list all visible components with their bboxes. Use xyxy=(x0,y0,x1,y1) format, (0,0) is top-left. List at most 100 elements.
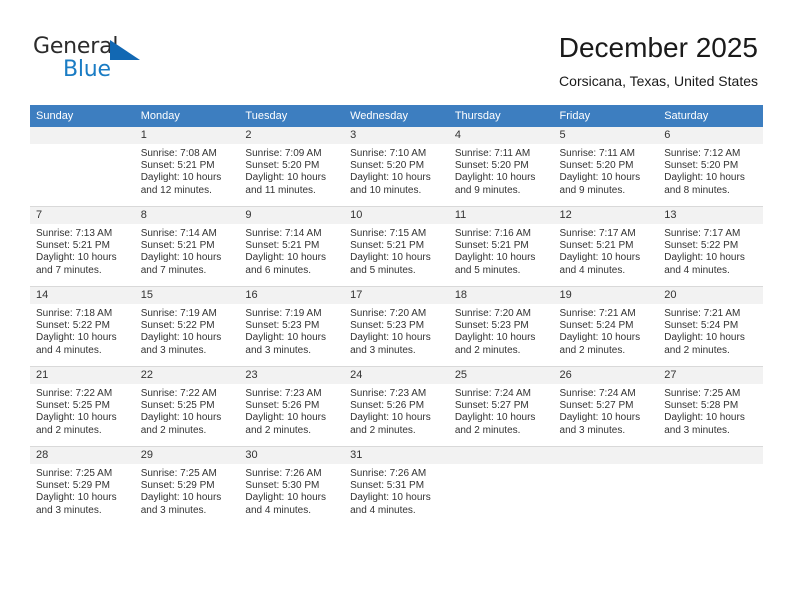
daylight-text-line2: and 12 minutes. xyxy=(140,184,212,196)
day-cell[interactable]: 29 Sunrise: 7:25 AM Sunset: 5:29 PM Dayligh… xyxy=(134,446,240,526)
day-cell[interactable]: 16 Sunrise: 7:19 AM Sunset: 5:23 PM Dayligh… xyxy=(239,286,345,367)
day-cell[interactable]: 28 Sunrise: 7:25 AM Sunset: 5:29 PM Dayligh… xyxy=(30,446,135,526)
day-cell[interactable]: 12 Sunrise: 7:17 AM Sunset: 5:21 PM Dayligh… xyxy=(553,206,659,287)
day-cell[interactable]: 22 Sunrise: 7:22 AM Sunset: 5:25 PM Dayligh… xyxy=(134,366,240,447)
sunrise-text: Sunrise: 7:19 AM xyxy=(140,308,217,319)
sunset-text: Sunset: 5:21 PM xyxy=(36,240,110,252)
day-cell[interactable]: 5 Sunrise: 7:11 AM Sunset: 5:20 PM Daylight… xyxy=(553,127,659,207)
daylight-text-line2: and 2 minutes. xyxy=(245,424,312,436)
sunrise-text: Sunrise: 7:17 AM xyxy=(664,228,741,239)
day-cell[interactable]: 1 Sunrise: 7:08 AM Sunset: 5:21 PM Daylight… xyxy=(134,127,240,207)
day-cell-inner: 27 Sunrise: 7:25 AM Sunset: 5:28 PM Dayligh… xyxy=(658,367,763,446)
day-number: 29 xyxy=(134,447,240,464)
daylight-text-line2: and 4 minutes. xyxy=(245,504,312,516)
day-number: 22 xyxy=(134,367,240,384)
day-cell-inner: 2 Sunrise: 7:09 AM Sunset: 5:20 PM Daylight… xyxy=(239,127,345,206)
day-cell-inner: 15 Sunrise: 7:19 AM Sunset: 5:22 PM Dayligh… xyxy=(134,287,240,366)
day-cell[interactable]: 8 Sunrise: 7:14 AM Sunset: 5:21 PM Daylight… xyxy=(134,206,240,287)
sunset-text: Sunset: 5:22 PM xyxy=(664,240,739,252)
day-cell[interactable]: 18 Sunrise: 7:20 AM Sunset: 5:23 PM Dayligh… xyxy=(448,286,554,367)
calendar-body: 1 Sunrise: 7:08 AM Sunset: 5:21 PM Daylight… xyxy=(30,127,763,526)
day-cell[interactable]: 3 Sunrise: 7:10 AM Sunset: 5:20 PM Daylight… xyxy=(344,127,449,207)
day-cell-inner: 17 Sunrise: 7:20 AM Sunset: 5:23 PM Dayligh… xyxy=(344,287,449,366)
day-cell[interactable]: 25 Sunrise: 7:24 AM Sunset: 5:27 PM Dayligh… xyxy=(448,366,554,447)
day-cell[interactable] xyxy=(30,127,135,207)
day-cell[interactable]: 2 Sunrise: 7:09 AM Sunset: 5:20 PM Daylight… xyxy=(239,127,345,207)
daylight-text-line2: and 3 minutes. xyxy=(140,344,207,356)
day-number: 23 xyxy=(239,367,345,384)
day-details: Sunrise: 7:26 AM Sunset: 5:31 PM Daylight:… xyxy=(344,464,449,517)
day-cell[interactable]: 19 Sunrise: 7:21 AM Sunset: 5:24 PM Dayligh… xyxy=(553,286,659,367)
day-cell[interactable]: 11 Sunrise: 7:16 AM Sunset: 5:21 PM Dayligh… xyxy=(448,206,554,287)
day-details: Sunrise: 7:24 AM Sunset: 5:27 PM Daylight:… xyxy=(449,384,554,437)
logo-text-general: General xyxy=(33,34,119,59)
general-blue-logo[interactable]: General Blue xyxy=(33,36,163,84)
day-number: 20 xyxy=(658,287,763,304)
sunrise-text: Sunrise: 7:26 AM xyxy=(350,468,427,479)
day-cell[interactable]: 17 Sunrise: 7:20 AM Sunset: 5:23 PM Dayligh… xyxy=(344,286,449,367)
title-block: December 2025 Corsicana, Texas, United S… xyxy=(559,32,758,90)
daylight-text-line1: Daylight: 10 hours xyxy=(664,412,745,424)
week-row: 28 Sunrise: 7:25 AM Sunset: 5:29 PM Dayligh… xyxy=(30,446,763,526)
day-cell-inner: 6 Sunrise: 7:12 AM Sunset: 5:20 PM Daylight… xyxy=(658,127,763,206)
day-cell[interactable]: 9 Sunrise: 7:14 AM Sunset: 5:21 PM Daylight… xyxy=(239,206,345,287)
daylight-text-line2: and 6 minutes. xyxy=(245,264,312,276)
daylight-text-line1: Daylight: 10 hours xyxy=(350,332,431,344)
daylight-text-line2: and 7 minutes. xyxy=(36,264,102,276)
day-cell-inner: 20 Sunrise: 7:21 AM Sunset: 5:24 PM Dayligh… xyxy=(658,287,763,366)
logo-triangle-icon xyxy=(110,40,140,60)
week-row: 21 Sunrise: 7:22 AM Sunset: 5:25 PM Dayligh… xyxy=(30,366,763,447)
day-cell[interactable]: 23 Sunrise: 7:23 AM Sunset: 5:26 PM Dayligh… xyxy=(239,366,345,447)
sunrise-text: Sunrise: 7:14 AM xyxy=(245,228,322,239)
day-cell-inner: 12 Sunrise: 7:17 AM Sunset: 5:21 PM Dayligh… xyxy=(553,207,659,286)
day-cell-inner: 9 Sunrise: 7:14 AM Sunset: 5:21 PM Daylight… xyxy=(239,207,345,286)
day-cell[interactable]: 6 Sunrise: 7:12 AM Sunset: 5:20 PM Daylight… xyxy=(658,127,763,207)
day-cell[interactable]: 14 Sunrise: 7:18 AM Sunset: 5:22 PM Dayligh… xyxy=(30,286,135,367)
day-details: Sunrise: 7:26 AM Sunset: 5:30 PM Daylight:… xyxy=(239,464,344,517)
weekday-header-tuesday: Tuesday xyxy=(239,105,345,127)
day-cell[interactable]: 4 Sunrise: 7:11 AM Sunset: 5:20 PM Daylight… xyxy=(448,127,554,207)
week-row: 1 Sunrise: 7:08 AM Sunset: 5:21 PM Daylight… xyxy=(30,127,763,207)
weekday-header-thursday: Thursday xyxy=(448,105,554,127)
day-cell[interactable]: 31 Sunrise: 7:26 AM Sunset: 5:31 PM Dayligh… xyxy=(344,446,449,526)
day-number: 24 xyxy=(344,367,449,384)
sunrise-text: Sunrise: 7:20 AM xyxy=(454,308,531,319)
sunrise-text: Sunrise: 7:26 AM xyxy=(245,468,322,479)
sunrise-text: Sunrise: 7:15 AM xyxy=(350,228,427,239)
day-cell[interactable]: 10 Sunrise: 7:15 AM Sunset: 5:21 PM Dayligh… xyxy=(344,206,449,287)
daylight-text-line1: Daylight: 10 hours xyxy=(664,332,745,344)
day-cell[interactable]: 30 Sunrise: 7:26 AM Sunset: 5:30 PM Dayligh… xyxy=(239,446,345,526)
day-details: Sunrise: 7:23 AM Sunset: 5:26 PM Daylight:… xyxy=(344,384,449,437)
day-cell-inner: 22 Sunrise: 7:22 AM Sunset: 5:25 PM Dayligh… xyxy=(134,367,240,446)
daylight-text-line1: Daylight: 10 hours xyxy=(559,252,641,264)
day-details: Sunrise: 7:16 AM Sunset: 5:21 PM Daylight:… xyxy=(449,224,554,277)
daylight-text-line2: and 4 minutes. xyxy=(664,264,730,276)
day-cell[interactable]: 15 Sunrise: 7:19 AM Sunset: 5:22 PM Dayligh… xyxy=(134,286,240,367)
daylight-text-line2: and 9 minutes. xyxy=(559,184,626,196)
day-cell[interactable] xyxy=(448,446,554,526)
day-cell[interactable] xyxy=(553,446,659,526)
day-cell[interactable] xyxy=(658,446,763,526)
daylight-text-line1: Daylight: 10 hours xyxy=(664,252,745,264)
day-cell[interactable]: 7 Sunrise: 7:13 AM Sunset: 5:21 PM Daylight… xyxy=(30,206,135,287)
day-cell[interactable]: 26 Sunrise: 7:24 AM Sunset: 5:27 PM Dayligh… xyxy=(553,366,659,447)
week-row: 14 Sunrise: 7:18 AM Sunset: 5:22 PM Dayligh… xyxy=(30,286,763,367)
day-cell[interactable]: 21 Sunrise: 7:22 AM Sunset: 5:25 PM Dayligh… xyxy=(30,366,135,447)
day-cell-inner: 13 Sunrise: 7:17 AM Sunset: 5:22 PM Dayligh… xyxy=(658,207,763,286)
sunrise-text: Sunrise: 7:21 AM xyxy=(559,308,636,319)
daylight-text-line1: Daylight: 10 hours xyxy=(36,412,117,424)
day-number: 28 xyxy=(30,447,135,464)
day-cell[interactable]: 27 Sunrise: 7:25 AM Sunset: 5:28 PM Dayligh… xyxy=(658,366,763,447)
daylight-text-line2: and 3 minutes. xyxy=(559,424,626,436)
day-number xyxy=(448,447,554,464)
day-cell[interactable]: 13 Sunrise: 7:17 AM Sunset: 5:22 PM Dayligh… xyxy=(658,206,763,287)
day-number: 30 xyxy=(239,447,345,464)
daylight-text-line2: and 2 minutes. xyxy=(140,424,207,436)
daylight-text-line1: Daylight: 10 hours xyxy=(350,252,431,264)
sunrise-text: Sunrise: 7:13 AM xyxy=(36,228,113,239)
sunrise-text: Sunrise: 7:09 AM xyxy=(245,148,322,159)
day-cell-inner: 5 Sunrise: 7:11 AM Sunset: 5:20 PM Daylight… xyxy=(553,127,659,206)
day-cell[interactable]: 20 Sunrise: 7:21 AM Sunset: 5:24 PM Dayligh… xyxy=(658,286,763,367)
day-details: Sunrise: 7:20 AM Sunset: 5:23 PM Daylight:… xyxy=(344,304,449,357)
day-cell[interactable]: 24 Sunrise: 7:23 AM Sunset: 5:26 PM Dayligh… xyxy=(344,366,449,447)
